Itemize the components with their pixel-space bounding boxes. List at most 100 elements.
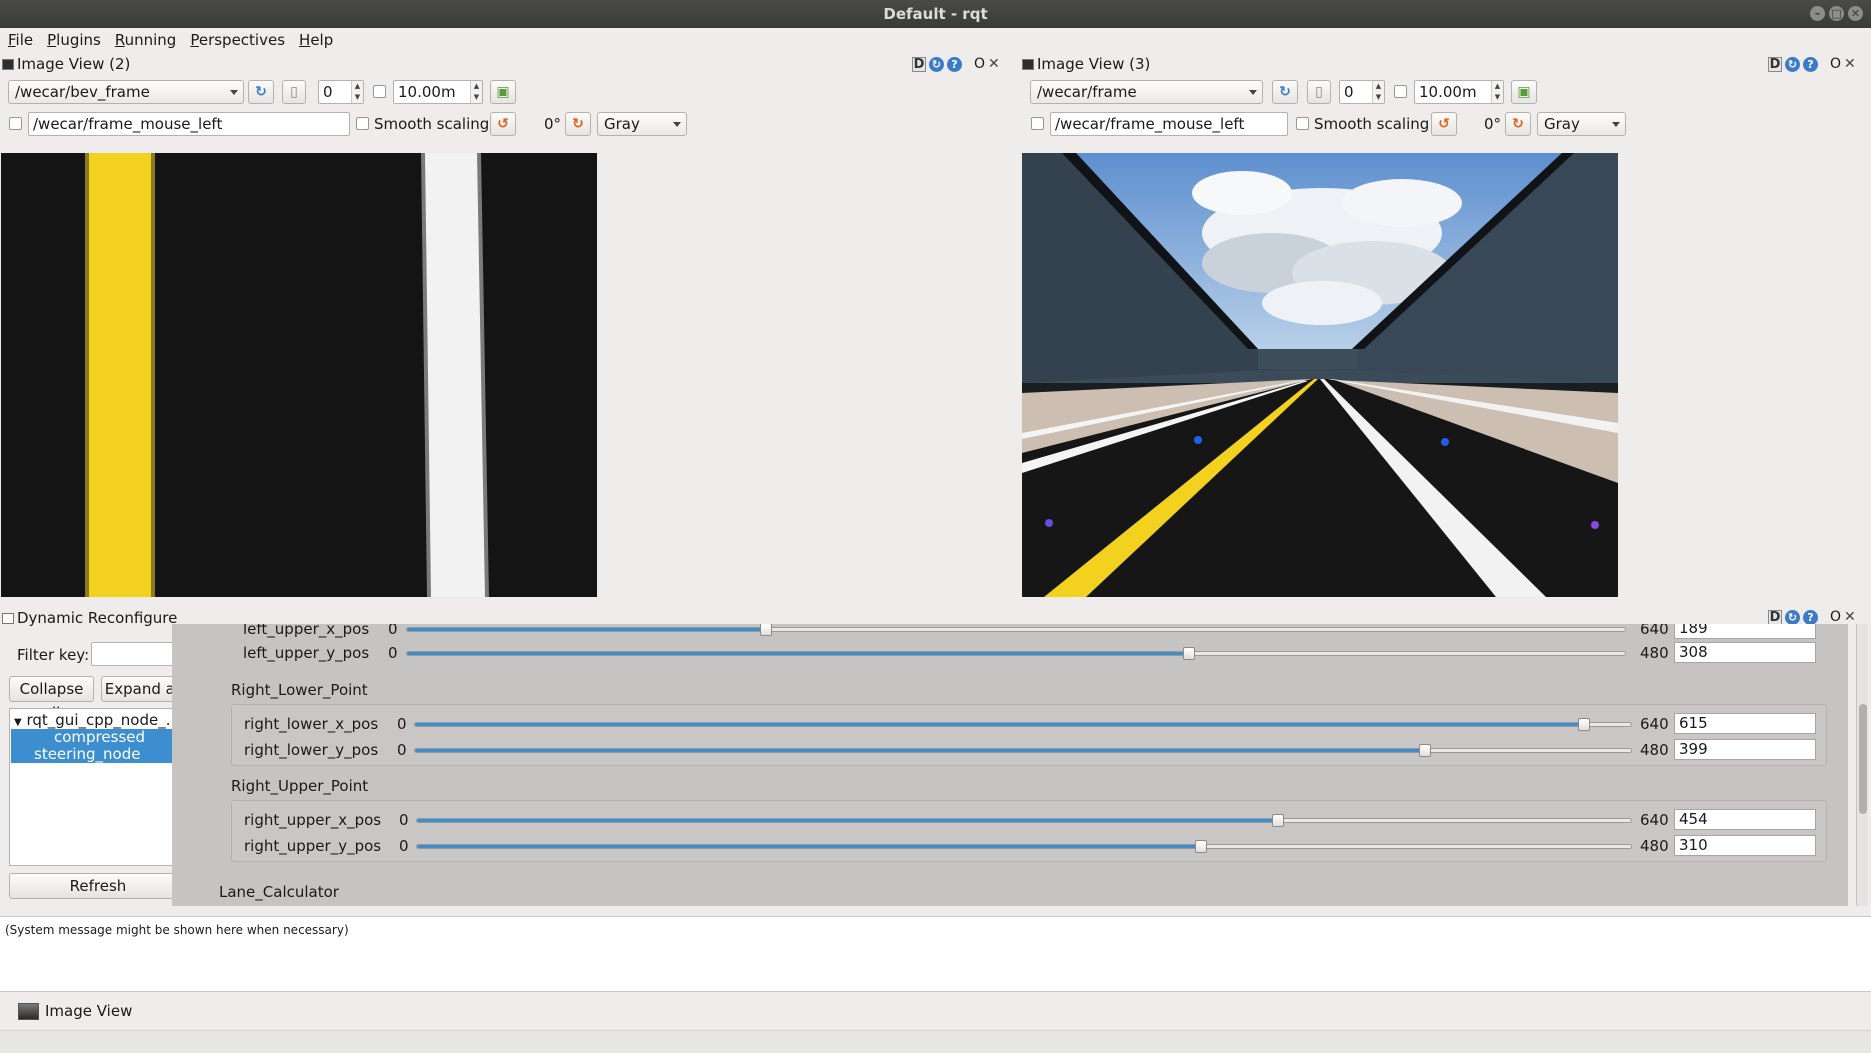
spin-box-left[interactable]: 0 ▲ ▼ (318, 80, 364, 104)
help-icon[interactable]: ? (947, 56, 962, 72)
close-dock-icon[interactable]: ✕ (1844, 56, 1856, 72)
bev-image[interactable] (1, 153, 597, 597)
minimize-icon[interactable]: – (1810, 6, 1825, 21)
rotate-right-button[interactable]: ↻ (565, 112, 591, 136)
spin-arrows-icon[interactable]: ▲ ▼ (1372, 81, 1384, 103)
rotate-right-icon: ↻ (572, 116, 584, 132)
tree-item-selected[interactable]: compressed steering_node (11, 729, 185, 763)
dock-d-icon[interactable]: D (1768, 609, 1782, 625)
collapse-all-button[interactable]: Collapse all (9, 676, 94, 722)
close-window-icon[interactable]: ✕ (1848, 6, 1863, 21)
spin-arrows-icon[interactable]: ▲ ▼ (470, 81, 482, 103)
zoom-icon: ▯ (1315, 84, 1323, 100)
param-max: 480 (1640, 644, 1669, 662)
scrollbar-handle[interactable] (1859, 704, 1867, 814)
color-scheme-select-right[interactable]: Gray (1537, 112, 1626, 136)
param-scrollbar[interactable] (1856, 624, 1868, 906)
save-image-icon: ▣ (496, 84, 510, 100)
dock-d-icon[interactable]: D (1768, 56, 1782, 72)
help-icon[interactable]: ? (1803, 56, 1818, 72)
menu-running[interactable]: Running (115, 28, 176, 52)
param-slider[interactable] (406, 624, 1626, 636)
topic-select-right[interactable]: /wecar/frame (1030, 80, 1263, 104)
refresh-topics-button[interactable]: ↻ (248, 80, 274, 104)
mouse-topic-input-right[interactable]: /wecar/frame_mouse_left (1050, 112, 1288, 136)
param-value-input[interactable]: 308 (1674, 642, 1816, 663)
param-slider[interactable] (414, 718, 1632, 731)
topic-select-left[interactable]: /wecar/bev_frame (8, 80, 244, 104)
smooth-scaling-checkbox[interactable] (356, 117, 369, 130)
camera-frame-canvas (1022, 153, 1618, 597)
param-value-input[interactable]: 310 (1674, 835, 1816, 856)
group-right-upper-point: right_upper_x_pos 0 640 454 right_upper_… (231, 800, 1827, 862)
dynamic-range-checkbox[interactable] (1394, 85, 1407, 98)
param-slider[interactable] (416, 840, 1632, 853)
menu-perspectives[interactable]: Perspectives (190, 28, 285, 52)
slider-handle[interactable] (1195, 840, 1208, 853)
spin-box-right[interactable]: 0 ▲ ▼ (1339, 80, 1385, 104)
slider-handle[interactable] (1182, 647, 1195, 660)
rotate-left-button[interactable]: ↺ (490, 112, 516, 136)
rotate-left-button[interactable]: ↺ (1431, 112, 1457, 136)
param-right-upper-y: right_upper_y_pos 0 480 310 (232, 835, 1828, 857)
param-max: 640 (1640, 624, 1669, 638)
dynamic-range-checkbox[interactable] (373, 85, 386, 98)
close-dock-icon[interactable]: ✕ (1844, 609, 1856, 625)
tree-item-compressed[interactable]: compressed (11, 729, 185, 746)
param-value-input[interactable]: 615 (1674, 713, 1816, 734)
maximize-icon[interactable]: □ (1829, 6, 1844, 21)
menu-help[interactable]: Help (299, 28, 333, 52)
spin-arrows-icon[interactable]: ▲ ▼ (1491, 81, 1503, 103)
tree-expand-icon[interactable]: ▼ (14, 717, 22, 728)
menu-plugins[interactable]: Plugins (47, 28, 101, 52)
param-min: 0 (397, 715, 407, 733)
dock-window-icon (1022, 58, 1034, 70)
camera-frame-image[interactable] (1022, 153, 1618, 597)
refresh-topics-button[interactable]: ↻ (1272, 80, 1298, 104)
dock-window-icon (2, 612, 14, 624)
slider-handle[interactable] (760, 624, 773, 636)
reload-plugin-icon[interactable]: ↻ (929, 56, 944, 72)
mouse-topic-right-value: /wecar/frame_mouse_left (1055, 115, 1245, 133)
tree-item-steering-node[interactable]: steering_node (11, 746, 185, 763)
rotate-left-icon: ↺ (1438, 116, 1450, 132)
reload-plugin-icon[interactable]: ↻ (1785, 56, 1800, 72)
dock-d-icon[interactable]: D (912, 56, 926, 72)
mouse-publish-checkbox[interactable] (1031, 117, 1044, 130)
zoom-button[interactable]: ▯ (1307, 80, 1331, 104)
float-icon[interactable]: O (1830, 609, 1841, 625)
minimized-image-view[interactable]: Image View (18, 1002, 132, 1020)
slider-fill (417, 845, 1202, 848)
save-image-button[interactable]: ▣ (1511, 80, 1537, 104)
param-value-input[interactable]: 454 (1674, 809, 1816, 830)
float-icon[interactable]: O (1830, 56, 1841, 72)
filter-key-input[interactable] (91, 642, 177, 666)
max-range-spin[interactable]: 10.00m ▲ ▼ (1414, 80, 1504, 104)
rotate-right-button[interactable]: ↻ (1505, 112, 1531, 136)
zoom-button[interactable]: ▯ (282, 80, 306, 104)
help-icon[interactable]: ? (1803, 609, 1818, 625)
spin-arrows-icon[interactable]: ▲ ▼ (351, 81, 363, 103)
smooth-scaling-checkbox[interactable] (1296, 117, 1309, 130)
mouse-publish-checkbox[interactable] (9, 117, 22, 130)
slider-handle[interactable] (1577, 718, 1590, 731)
slider-fill (407, 652, 1189, 655)
color-scheme-select-left[interactable]: Gray (597, 112, 687, 136)
menubar: File Plugins Running Perspectives Help (0, 28, 1871, 52)
slider-handle[interactable] (1419, 744, 1432, 757)
menu-file[interactable]: File (8, 28, 33, 52)
float-icon[interactable]: O (974, 56, 985, 72)
reload-plugin-icon[interactable]: ↻ (1785, 609, 1800, 625)
param-slider[interactable] (406, 647, 1626, 660)
param-value-input[interactable]: 399 (1674, 739, 1816, 760)
mouse-topic-input-left[interactable]: /wecar/frame_mouse_left (28, 112, 350, 136)
refresh-button[interactable]: Refresh (9, 873, 187, 899)
slider-handle[interactable] (1271, 814, 1284, 827)
save-image-button[interactable]: ▣ (490, 80, 516, 104)
param-value-input[interactable]: 189 (1674, 624, 1816, 639)
param-slider[interactable] (414, 744, 1632, 757)
param-slider[interactable] (416, 814, 1632, 827)
node-tree[interactable]: ▼ rqt_gui_cpp_node_... compressed steeri… (9, 708, 187, 866)
close-dock-icon[interactable]: ✕ (988, 56, 1000, 72)
max-range-spin[interactable]: 10.00m ▲ ▼ (393, 80, 483, 104)
